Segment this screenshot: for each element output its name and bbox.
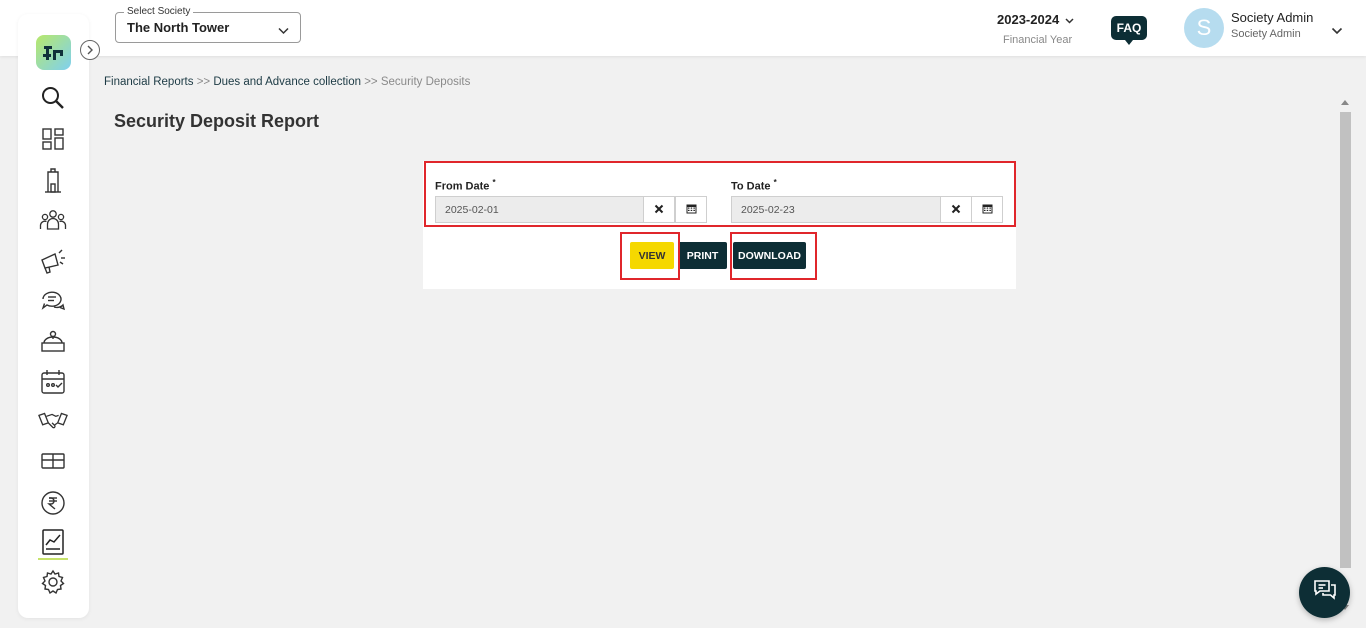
close-icon xyxy=(654,201,664,219)
rupee-icon[interactable] xyxy=(38,489,68,517)
handshake-icon[interactable] xyxy=(38,407,68,435)
top-header: Select Society The North Tower 2023-2024… xyxy=(0,0,1366,56)
user-name: Society Admin xyxy=(1231,10,1314,25)
download-button-highlight xyxy=(730,232,817,280)
to-date-label: To Date * xyxy=(731,178,777,193)
avatar[interactable]: S xyxy=(1184,8,1224,48)
print-button[interactable]: PRINT xyxy=(678,242,727,269)
financial-year-selector[interactable]: 2023-2024 Financial Year xyxy=(997,12,1082,46)
society-select[interactable]: Select Society The North Tower xyxy=(115,6,301,43)
user-menu-chevron-icon[interactable] xyxy=(1331,22,1343,40)
scroll-up-arrow-icon[interactable] xyxy=(1341,100,1349,105)
breadcrumb-separator: >> xyxy=(364,76,378,88)
faq-button[interactable]: FAQ xyxy=(1111,16,1147,45)
calendar-icon[interactable] xyxy=(38,368,68,396)
from-date-input[interactable]: 2025-02-01 xyxy=(435,196,644,223)
chevron-down-icon xyxy=(278,22,289,40)
breadcrumb-dues-advance[interactable]: Dues and Advance collection xyxy=(213,76,361,88)
breadcrumb: Financial Reports >> Dues and Advance co… xyxy=(104,76,470,88)
user-role: Society Admin xyxy=(1231,28,1301,40)
to-date-input[interactable]: 2025-02-23 xyxy=(731,196,941,223)
clear-to-date-button[interactable] xyxy=(940,196,972,223)
to-date-calendar-button[interactable] xyxy=(971,196,1003,223)
breadcrumb-current: Security Deposits xyxy=(380,76,471,88)
active-nav-indicator xyxy=(38,558,68,560)
society-select-label: Select Society xyxy=(124,6,194,18)
society-select-value: The North Tower xyxy=(127,20,230,35)
from-date-calendar-button[interactable] xyxy=(675,196,707,223)
financial-year-value: 2023-2024 xyxy=(997,12,1060,27)
search-icon[interactable] xyxy=(38,84,68,112)
calendar-icon xyxy=(982,201,993,219)
chat-support-button[interactable] xyxy=(1299,567,1350,618)
from-date-label: From Date * xyxy=(435,178,496,193)
app-logo[interactable] xyxy=(36,35,71,70)
scrollbar-thumb[interactable] xyxy=(1340,112,1351,568)
dashboard-icon[interactable] xyxy=(38,125,68,153)
megaphone-icon[interactable] xyxy=(38,247,68,275)
chat-bubbles-icon xyxy=(1312,578,1338,607)
page-title: Security Deposit Report xyxy=(114,111,320,131)
breadcrumb-financial-reports[interactable]: Financial Reports xyxy=(104,76,193,88)
close-icon xyxy=(951,201,961,219)
people-icon[interactable] xyxy=(38,206,68,234)
breadcrumb-separator: >> xyxy=(196,76,211,88)
sidebar-collapse-button[interactable] xyxy=(80,40,100,60)
reports-icon[interactable] xyxy=(38,528,68,556)
view-button-highlight xyxy=(620,232,680,280)
helpdesk-icon[interactable] xyxy=(38,328,68,356)
calendar-icon xyxy=(686,201,697,219)
settings-icon[interactable] xyxy=(38,568,68,596)
chevron-down-icon xyxy=(1065,12,1074,27)
financial-year-label: Financial Year xyxy=(1003,34,1073,46)
clear-from-date-button[interactable] xyxy=(643,196,675,223)
building-icon[interactable] xyxy=(38,166,68,194)
amenity-icon[interactable] xyxy=(38,447,68,475)
chat-icon[interactable] xyxy=(38,287,68,315)
